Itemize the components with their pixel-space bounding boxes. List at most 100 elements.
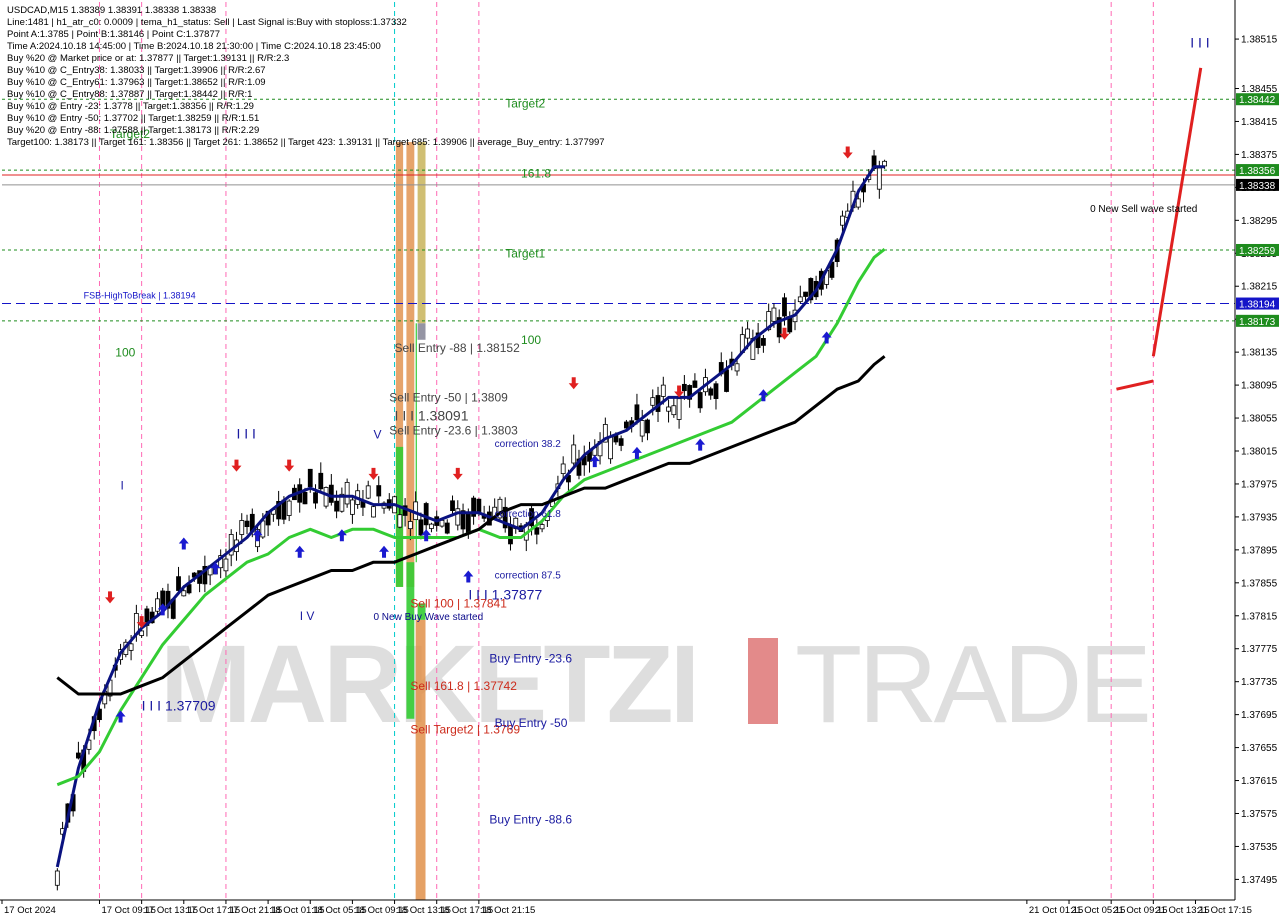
candle-body bbox=[650, 397, 656, 406]
candle-body bbox=[376, 485, 382, 497]
chart-annotation: Buy Entry -23.6 bbox=[489, 652, 572, 666]
candle-body bbox=[455, 508, 461, 526]
candle-body bbox=[439, 519, 445, 527]
candle-body bbox=[181, 590, 187, 597]
candle-body bbox=[782, 297, 787, 317]
candle-body bbox=[734, 363, 740, 372]
chart-annotation: 0 New Sell wave started bbox=[1090, 204, 1197, 215]
candle-body bbox=[666, 406, 671, 412]
price-box-label: 1.38173 bbox=[1239, 317, 1276, 328]
candle-body bbox=[608, 436, 613, 460]
chart-annotation: I I I 1.37877 bbox=[468, 586, 542, 602]
chart-annotation: FSB-HighToBreak | 1.38194 bbox=[84, 291, 196, 301]
chart-annotation: I bbox=[121, 479, 124, 493]
candle-body bbox=[313, 492, 318, 504]
candle-body bbox=[371, 506, 376, 518]
candle-body bbox=[534, 527, 540, 535]
candle-body bbox=[560, 463, 566, 475]
info-line: Buy %10 @ C_Entry88: 1.37887 || Target:1… bbox=[7, 89, 252, 100]
candle-body bbox=[350, 499, 355, 515]
candle-body bbox=[876, 167, 882, 190]
chart-annotation: 161.8 bbox=[521, 166, 551, 180]
y-tick-label: 1.37495 bbox=[1241, 875, 1278, 886]
candle-body bbox=[508, 525, 513, 545]
candle-body bbox=[539, 524, 545, 530]
candle-body bbox=[286, 500, 292, 516]
candle-body bbox=[244, 520, 250, 528]
x-tick-label: 17 Oct 2024 bbox=[4, 905, 56, 916]
candle-body bbox=[724, 369, 729, 392]
price-box-label: 1.38356 bbox=[1239, 166, 1276, 177]
candle-body bbox=[444, 522, 450, 534]
candle-body bbox=[476, 498, 482, 512]
info-line: Buy %20 @ Market price or at: 1.37877 ||… bbox=[7, 53, 289, 64]
info-line: Buy %10 @ Entry -23: 1.3778 || Target:1.… bbox=[7, 101, 254, 112]
candle-body bbox=[761, 338, 766, 346]
candle-body bbox=[660, 384, 666, 397]
info-line: Buy %10 @ C_Entry61: 1.37963 || Target:1… bbox=[7, 77, 266, 88]
chart-annotation: I I I 1.38091 bbox=[395, 408, 469, 424]
candle-body bbox=[54, 870, 60, 886]
candle-body bbox=[708, 388, 714, 396]
candle-body bbox=[713, 383, 719, 399]
candle-body bbox=[429, 523, 434, 529]
candle-body bbox=[676, 398, 682, 420]
chart-annotation: 0 New Buy Wave started bbox=[373, 612, 483, 623]
candle-body bbox=[692, 380, 698, 388]
candle-body bbox=[365, 485, 371, 499]
trade-zone bbox=[415, 323, 417, 563]
chart-annotation: Sell Entry -23.6 | 1.3803 bbox=[389, 424, 518, 438]
candle-body bbox=[450, 500, 455, 512]
y-tick-label: 1.37735 bbox=[1241, 677, 1278, 688]
candle-body bbox=[418, 519, 424, 536]
candle-body bbox=[697, 392, 703, 409]
chart-annotation: I V bbox=[300, 609, 315, 623]
trade-zone bbox=[417, 323, 426, 340]
candle-body bbox=[681, 383, 687, 392]
y-tick-label: 1.38135 bbox=[1241, 348, 1278, 359]
y-tick-label: 1.37855 bbox=[1241, 578, 1278, 589]
info-line: Buy %10 @ Entry -50: 1.37702 || Target:1… bbox=[7, 113, 259, 124]
candle-body bbox=[302, 491, 308, 505]
candle-body bbox=[76, 752, 81, 759]
chart-annotation: Buy Entry -50 bbox=[495, 716, 568, 730]
price-box-label: 1.38194 bbox=[1239, 300, 1276, 311]
y-tick-label: 1.38375 bbox=[1241, 150, 1278, 161]
price-box-label: 1.38259 bbox=[1239, 246, 1276, 257]
chart-annotation: V bbox=[373, 428, 381, 442]
info-line: Line:1481 | h1_atr_c0: 0.0009 | tema_h1_… bbox=[7, 17, 407, 28]
chart-annotation: correction 61.8 bbox=[495, 509, 562, 520]
y-tick-label: 1.38415 bbox=[1241, 117, 1278, 128]
candle-body bbox=[407, 521, 413, 530]
candle-body bbox=[318, 472, 324, 490]
watermark: MARKETZI TRADE bbox=[160, 623, 1152, 746]
y-tick-label: 1.38515 bbox=[1241, 35, 1278, 46]
price-box-label: 1.38442 bbox=[1239, 95, 1276, 106]
chart-annotation: 100 bbox=[115, 345, 135, 359]
candle-body bbox=[465, 513, 471, 535]
info-line: Point A:1.3785 | Point B:1.38146 | Point… bbox=[7, 29, 220, 40]
candle-body bbox=[239, 520, 245, 535]
candle-body bbox=[645, 419, 650, 434]
candle-body bbox=[882, 160, 887, 167]
y-tick-label: 1.38215 bbox=[1241, 282, 1278, 293]
y-tick-label: 1.37895 bbox=[1241, 545, 1278, 556]
chart-annotation: 100 bbox=[521, 333, 541, 347]
candle-body bbox=[423, 503, 429, 526]
chart-annotation: correction 87.5 bbox=[495, 571, 562, 582]
chart-annotation: Sell Entry -50 | 1.3809 bbox=[389, 391, 508, 405]
watermark-right: TRADE bbox=[795, 623, 1148, 746]
candle-body bbox=[639, 420, 645, 437]
candle-body bbox=[618, 438, 624, 446]
y-tick-label: 1.37975 bbox=[1241, 479, 1278, 490]
chart-annotation: Sell Entry -88 | 1.38152 bbox=[395, 341, 521, 355]
info-line: Time A:2024.10.18 14:45:00 | Time B:2024… bbox=[7, 41, 381, 52]
y-tick-label: 1.38015 bbox=[1241, 447, 1278, 458]
candle-body bbox=[803, 291, 808, 297]
price-box-label: 1.38338 bbox=[1239, 181, 1276, 192]
candle-body bbox=[128, 643, 134, 651]
candle-body bbox=[624, 421, 629, 429]
candle-body bbox=[328, 484, 334, 503]
candle-body bbox=[176, 576, 181, 591]
candle-body bbox=[745, 328, 750, 339]
